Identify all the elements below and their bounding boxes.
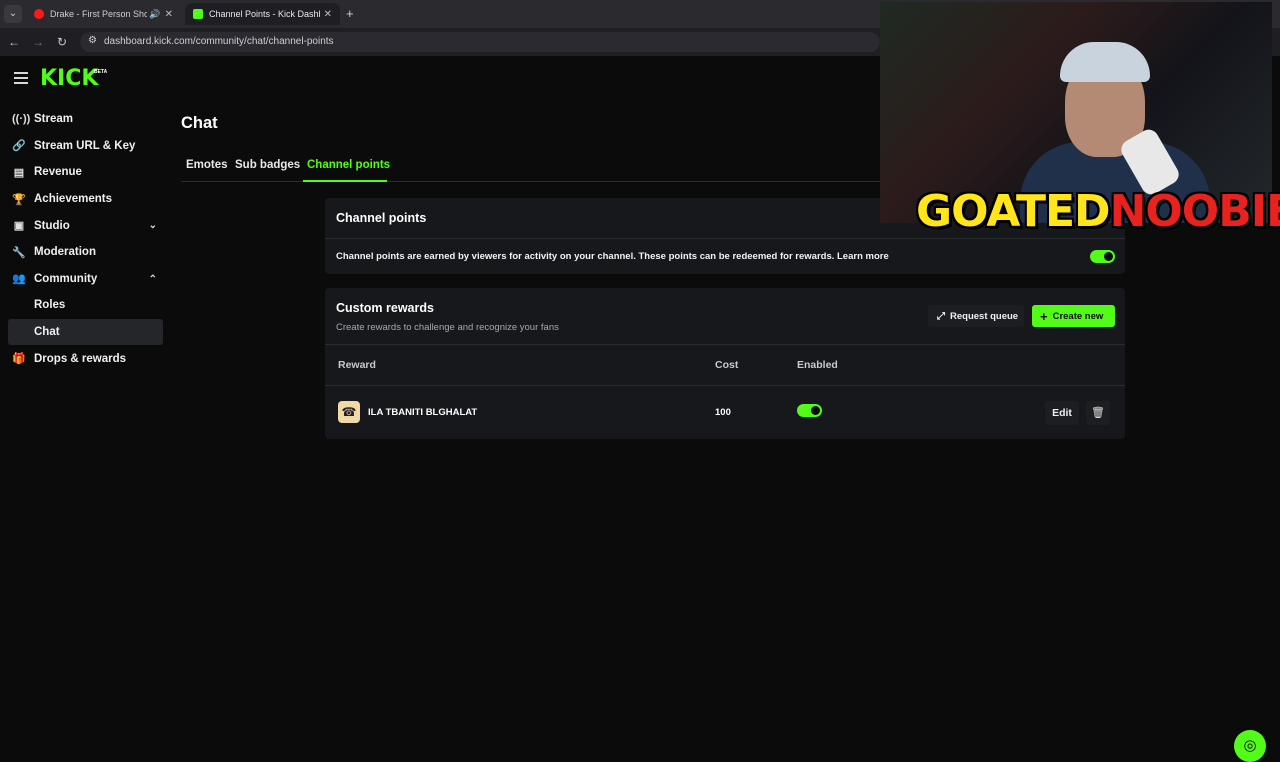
menu-icon[interactable] <box>14 72 28 84</box>
back-icon[interactable]: ← <box>6 34 22 50</box>
create-new-label: Create new <box>1052 310 1104 322</box>
sidebar-item-label: Moderation <box>34 246 96 259</box>
divider <box>325 238 1125 239</box>
chat-tabs: Emotes Sub badges Channel points <box>181 154 881 182</box>
card-subtitle: Create rewards to challenge and recogniz… <box>336 322 559 333</box>
url-field[interactable]: ⚙ dashboard.kick.com/community/chat/chan… <box>80 32 880 52</box>
column-header-cost: Cost <box>715 359 739 371</box>
create-new-button[interactable]: + Create new <box>1032 305 1115 327</box>
support-chat-icon[interactable]: ◎ <box>1234 730 1266 762</box>
sidebar-item-label: Chat <box>34 326 60 339</box>
sidebar-item-label: Stream <box>34 113 73 126</box>
people-icon: 👥 <box>12 273 26 286</box>
trophy-icon: 🏆 <box>12 193 26 206</box>
sidebar-item-stream-url-key[interactable]: 🔗 Stream URL & Key <box>8 133 163 160</box>
kick-logo[interactable]: KICK <box>40 66 98 91</box>
site-info-icon[interactable]: ⚙ <box>88 35 97 46</box>
page-title: Chat <box>181 114 218 132</box>
kick-icon <box>193 9 203 19</box>
forward-icon[interactable]: → <box>30 34 46 50</box>
chevron-up-icon[interactable]: ⌃ <box>149 274 157 285</box>
divider <box>325 385 1125 386</box>
tab-channel-points[interactable]: Channel points <box>307 159 390 171</box>
reload-icon[interactable]: ↻ <box>54 34 70 50</box>
speaker-icon[interactable]: 🔊 <box>149 9 160 20</box>
chart-icon: ▤ <box>13 166 25 179</box>
sidebar-item-drops-rewards[interactable]: 🎁 Drops & rewards <box>8 345 163 372</box>
overlay-text-part1: GOATED <box>916 186 1111 237</box>
sidebar-item-roles[interactable]: Roles <box>8 292 163 319</box>
sidebar-item-moderation[interactable]: 🔧 Moderation <box>8 239 163 266</box>
channel-points-description: Channel points are earned by viewers for… <box>336 251 889 262</box>
streamer-cap <box>1060 42 1150 82</box>
sidebar-item-achievements[interactable]: 🏆 Achievements <box>8 186 163 213</box>
column-header-enabled: Enabled <box>797 359 838 371</box>
close-tab-icon[interactable]: ✕ <box>324 9 332 20</box>
sidebar-item-label: Community <box>34 272 98 285</box>
card-title: Channel points <box>336 211 427 225</box>
browser-tab-youtube[interactable]: Drake - First Person Shooter 🔊 ✕ <box>26 3 181 25</box>
column-header-reward: Reward <box>338 359 376 371</box>
beta-badge: BETA <box>94 69 108 75</box>
custom-rewards-card: Custom rewards Create rewards to challen… <box>325 288 1125 439</box>
sidebar-item-chat[interactable]: Chat <box>8 318 163 346</box>
active-tab-indicator <box>303 180 387 182</box>
chevron-down-icon[interactable]: ⌄ <box>149 220 157 231</box>
sidebar-item-label: Revenue <box>34 166 82 179</box>
link-icon: 🔗 <box>12 140 26 153</box>
card-title: Custom rewards <box>336 301 434 315</box>
sidebar-item-label: Studio <box>34 219 70 232</box>
queue-icon: ⤢ <box>937 310 945 322</box>
sidebar-item-community[interactable]: 👥 Community ⌃ <box>8 266 163 293</box>
channel-points-toggle[interactable] <box>1090 250 1115 263</box>
reward-enabled-toggle[interactable] <box>797 404 822 417</box>
gift-icon: 🎁 <box>12 353 26 366</box>
browser-tab-kick[interactable]: Channel Points - Kick Dashboard ✕ <box>185 3 340 25</box>
broadcast-icon: ((·)) <box>12 113 31 126</box>
overlay-text-part2: NOOBIE <box>1109 186 1280 237</box>
studio-icon: ▣ <box>13 220 25 233</box>
reward-cost: 100 <box>715 407 731 418</box>
sidebar-item-studio[interactable]: ▣ Studio ⌄ <box>8 212 163 239</box>
reward-name: ILA TBANITI BLGHALAT <box>368 407 478 418</box>
url-text: dashboard.kick.com/community/chat/channe… <box>104 36 334 47</box>
request-queue-button[interactable]: ⤢ Request queue <box>928 305 1024 327</box>
reward-icon: ☎ <box>338 401 360 423</box>
tab-title: Channel Points - Kick Dashboard <box>209 9 320 19</box>
tab-emotes[interactable]: Emotes <box>186 159 228 171</box>
sidebar-item-revenue[interactable]: ▤ Revenue <box>8 159 163 186</box>
trash-icon[interactable]: 🗑 <box>1086 401 1110 425</box>
sidebar-item-label: Achievements <box>34 193 112 206</box>
sidebar: ((·)) Stream 🔗 Stream URL & Key ▤ Revenu… <box>8 106 163 372</box>
sidebar-item-label: Roles <box>34 299 66 312</box>
tab-title: Drake - First Person Shooter <box>50 9 148 19</box>
sidebar-item-label: Drops & rewards <box>34 352 127 365</box>
tab-search-icon[interactable]: ⌄ <box>4 5 22 23</box>
channel-name-overlay: GOATEDNOOBIE <box>916 186 1280 237</box>
close-tab-icon[interactable]: ✕ <box>165 9 173 20</box>
sidebar-item-stream[interactable]: ((·)) Stream <box>8 106 163 133</box>
youtube-icon <box>34 9 44 19</box>
tab-sub-badges[interactable]: Sub badges <box>235 159 300 171</box>
edit-button[interactable]: Edit <box>1045 401 1079 425</box>
plus-icon: + <box>1040 308 1048 324</box>
divider <box>325 344 1125 345</box>
wrench-icon: 🔧 <box>12 246 26 259</box>
sidebar-item-label: Stream URL & Key <box>34 139 136 152</box>
new-tab-icon[interactable]: + <box>346 6 354 21</box>
request-queue-label: Request queue <box>950 310 1019 322</box>
